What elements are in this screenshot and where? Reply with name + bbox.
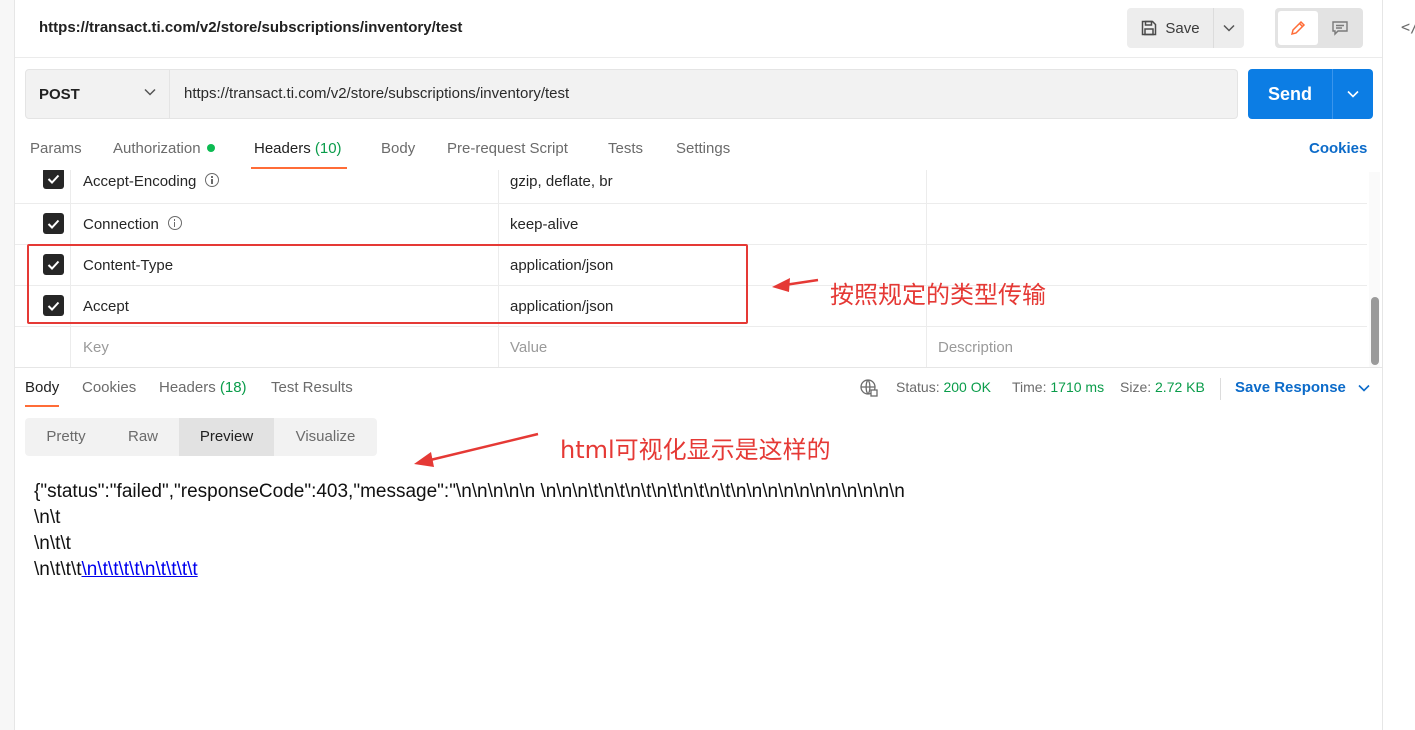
- header-key[interactable]: Connection: [71, 204, 499, 245]
- tab-tests[interactable]: Tests: [608, 140, 643, 170]
- left-panel-edge: [0, 0, 15, 730]
- save-response-label: Save Response: [1235, 379, 1346, 396]
- tab-authorization[interactable]: Authorization: [113, 140, 215, 170]
- response-preview: {"status":"failed","responseCode":403,"m…: [34, 479, 905, 583]
- size-label: Size:: [1120, 379, 1152, 395]
- check-icon: [47, 219, 60, 229]
- chevron-down-icon: [1223, 24, 1235, 32]
- new-description-input[interactable]: Description: [927, 327, 1367, 367]
- send-dropdown-button[interactable]: [1332, 69, 1373, 119]
- edit-mode-button[interactable]: [1278, 11, 1318, 45]
- tab-response-headers[interactable]: Headers (18): [159, 379, 247, 408]
- new-value-input[interactable]: Value: [499, 327, 927, 367]
- annotation-headers-note: 按照规定的类型传输: [830, 281, 1046, 309]
- header-key[interactable]: Accept-Encoding: [71, 170, 499, 204]
- save-response-button[interactable]: Save Response: [1235, 379, 1370, 396]
- url-input[interactable]: https://transact.ti.com/v2/store/subscri…: [170, 69, 1238, 119]
- header-checkbox[interactable]: [43, 213, 64, 234]
- status-value: 200 OK: [943, 379, 991, 395]
- headers-count: (10): [314, 140, 342, 157]
- view-preview-button[interactable]: Preview: [179, 418, 274, 456]
- tab-headers-label: Headers: [254, 140, 311, 157]
- send-button[interactable]: Send: [1248, 69, 1332, 119]
- view-visualize-button[interactable]: Visualize: [274, 418, 377, 456]
- tab-response-body[interactable]: Body: [25, 379, 60, 408]
- arrow-icon: [414, 432, 539, 467]
- preview-line: \n\t\t\t\n\t\t\t\t\n\t\t\t\t: [34, 557, 905, 583]
- code-icon[interactable]: </: [1401, 18, 1415, 36]
- view-raw-button[interactable]: Raw: [107, 418, 179, 456]
- response-headers-count: (18): [219, 379, 247, 396]
- chevron-down-icon: [1347, 90, 1359, 98]
- tab-headers[interactable]: Headers (10): [251, 140, 347, 170]
- status-label: Status:: [896, 379, 940, 395]
- save-button[interactable]: Save: [1127, 8, 1213, 48]
- save-label: Save: [1165, 19, 1200, 37]
- method-select[interactable]: POST: [25, 69, 170, 119]
- tab-response-headers-label: Headers: [159, 379, 216, 396]
- header-description[interactable]: [927, 204, 1367, 245]
- title-bar: https://transact.ti.com/v2/store/subscri…: [15, 0, 1382, 58]
- new-key-input[interactable]: Key: [71, 327, 499, 367]
- checkbox-cell: [15, 204, 71, 245]
- highlight-box: [27, 244, 748, 324]
- status-dot: [206, 144, 215, 152]
- status-meta[interactable]: Status: 200 OK: [896, 379, 991, 395]
- divider: [1220, 378, 1221, 400]
- preview-line: {"status":"failed","responseCode":403,"m…: [34, 481, 905, 502]
- preview-line: \n\t: [34, 507, 61, 528]
- tab-params[interactable]: Params: [30, 140, 82, 170]
- send-button-group: Send: [1248, 69, 1373, 119]
- header-value[interactable]: keep-alive: [499, 204, 927, 245]
- method-label: POST: [39, 86, 80, 103]
- tab-response-cookies[interactable]: Cookies: [82, 379, 136, 408]
- comment-mode-button[interactable]: [1320, 11, 1360, 45]
- preview-text: \n\t\t\t: [34, 559, 82, 580]
- tab-test-results[interactable]: Test Results: [271, 379, 353, 408]
- time-label: Time:: [1012, 379, 1047, 395]
- header-key-text: Accept-Encoding: [83, 173, 197, 190]
- time-value: 1710 ms: [1050, 379, 1105, 395]
- view-pretty-button[interactable]: Pretty: [25, 418, 107, 456]
- view-mode-group: Pretty Raw Preview Visualize: [25, 418, 377, 456]
- headers-scrollbar[interactable]: [1371, 297, 1379, 365]
- header-value[interactable]: gzip, deflate, br: [499, 170, 927, 204]
- info-icon[interactable]: [167, 216, 182, 230]
- tab-pre-request-script[interactable]: Pre-request Script: [447, 140, 568, 170]
- checkbox-cell: [15, 170, 71, 204]
- right-sidebar: </: [1382, 0, 1415, 730]
- table-row-new: Key Value Description: [15, 327, 1367, 367]
- preview-line: \n\t\t: [34, 533, 71, 554]
- pencil-icon: [1290, 20, 1306, 36]
- info-icon[interactable]: [205, 173, 220, 187]
- table-row: Connection keep-alive: [15, 204, 1367, 245]
- save-icon: [1142, 20, 1157, 36]
- globe-icon[interactable]: [859, 378, 879, 398]
- check-icon: [47, 174, 60, 184]
- chevron-down-icon: [1358, 384, 1370, 392]
- header-description[interactable]: [927, 170, 1367, 204]
- save-button-group: Save: [1127, 8, 1244, 48]
- request-title[interactable]: https://transact.ti.com/v2/store/subscri…: [39, 19, 462, 36]
- tab-settings[interactable]: Settings: [676, 140, 730, 170]
- tab-body[interactable]: Body: [381, 140, 415, 170]
- tab-authorization-label: Authorization: [113, 140, 201, 157]
- preview-link[interactable]: \n\t\t\t\t\n\t\t\t\t: [82, 559, 198, 580]
- comment-icon: [1332, 21, 1348, 36]
- time-meta[interactable]: Time: 1710 ms: [1012, 379, 1104, 395]
- header-key-text: Connection: [83, 216, 159, 233]
- response-tabs: Body Cookies Headers (18) Test Results S…: [15, 368, 1382, 408]
- size-meta[interactable]: Size: 2.72 KB: [1120, 379, 1205, 395]
- size-value: 2.72 KB: [1155, 379, 1205, 395]
- save-dropdown-button[interactable]: [1213, 8, 1244, 48]
- chevron-down-icon: [144, 88, 156, 96]
- annotation-preview-note: html可视化显示是这样的: [560, 436, 831, 464]
- header-checkbox[interactable]: [43, 170, 64, 189]
- table-row: Accept-Encoding gzip, deflate, br: [15, 170, 1367, 204]
- checkbox-cell: [15, 327, 71, 367]
- request-tabs: Params Authorization Headers (10) Body P…: [15, 130, 1382, 170]
- editor-mode-toggle: [1275, 8, 1363, 48]
- cookies-link[interactable]: Cookies: [1309, 140, 1367, 157]
